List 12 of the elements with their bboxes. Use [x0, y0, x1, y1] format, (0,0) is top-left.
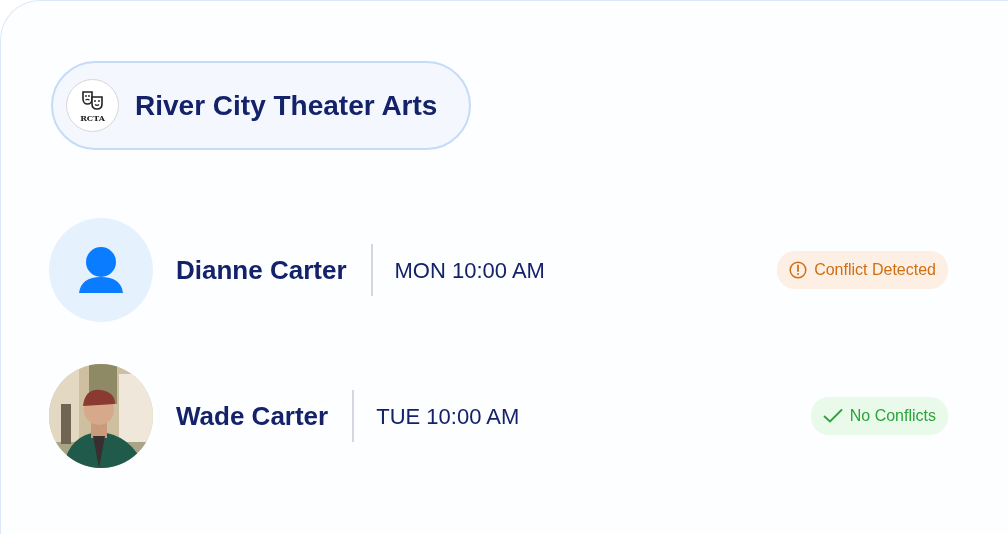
theater-masks-icon — [80, 89, 105, 112]
status-label: No Conflicts — [849, 406, 936, 426]
logo-text: RCTA — [80, 113, 105, 122]
person-name: Wade Carter — [176, 399, 329, 433]
appointment-time: MON 10:00 AM — [394, 256, 545, 285]
status-label: Conflict Detected — [814, 260, 936, 280]
organization-name: River City Theater Arts — [135, 88, 438, 123]
check-icon — [822, 409, 843, 423]
person-name: Dianne Carter — [176, 253, 347, 287]
appointment-time: TUE 10:00 AM — [376, 402, 520, 431]
person-icon — [77, 247, 125, 293]
warning-icon — [789, 261, 808, 279]
